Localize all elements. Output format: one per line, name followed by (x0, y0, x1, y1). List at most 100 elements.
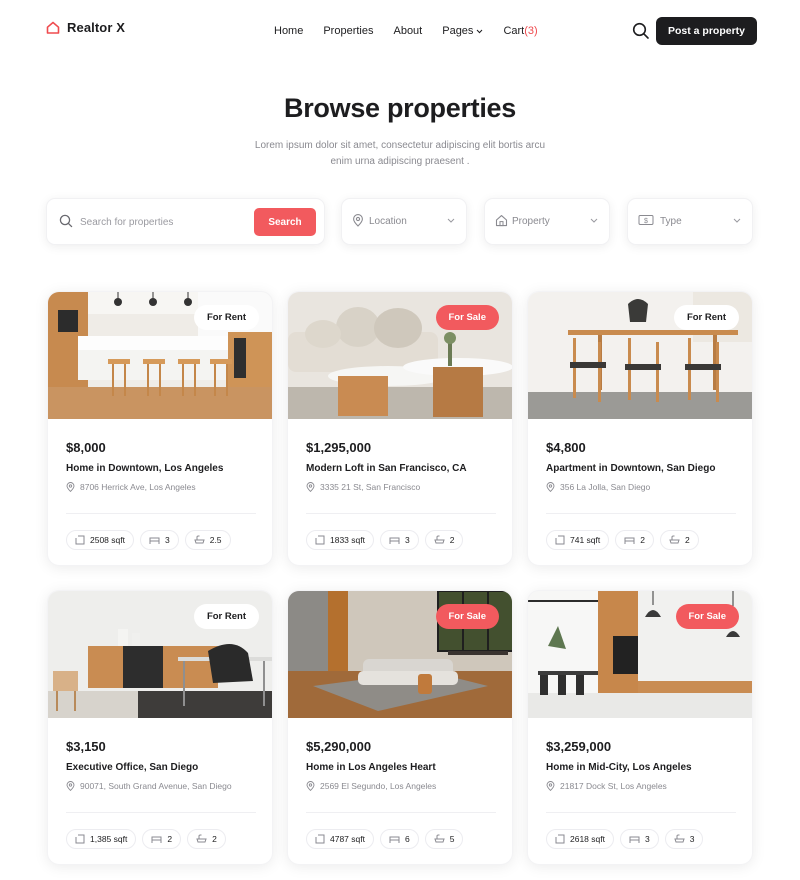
baths-chip: 2 (659, 530, 699, 550)
bed-icon (151, 836, 162, 843)
property-card[interactable]: For Sale $5,290,000 Home in Los Angeles … (287, 590, 513, 865)
brand-logo[interactable]: Realtor X (46, 20, 125, 35)
map-pin-icon (546, 781, 555, 791)
beds-chip: 2 (142, 829, 182, 849)
search-icon[interactable] (632, 22, 650, 40)
area-value: 1,385 sqft (90, 834, 128, 844)
chevron-down-icon (447, 218, 455, 223)
map-pin-icon (353, 214, 363, 227)
house-logo-icon (46, 21, 60, 34)
dollar-bill-icon: $ (638, 215, 654, 225)
property-card[interactable]: For Rent $8,000 Home in Downtown, Los An… (47, 291, 273, 566)
property-price: $3,259,000 (546, 739, 612, 754)
nav-pages-label: Pages (442, 25, 474, 37)
property-card[interactable]: For Sale $1,295,000 Modern Loft in San F… (287, 291, 513, 566)
site-header: Realtor X Home Properties About Pages Ca… (0, 0, 800, 62)
baths-value: 2.5 (209, 535, 222, 545)
area-chip: 2618 sqft (546, 829, 614, 849)
baths-value: 2 (449, 535, 455, 545)
beds-value: 3 (644, 834, 650, 844)
area-chip: 1833 sqft (306, 530, 374, 550)
search-input[interactable] (80, 213, 250, 231)
beds-value: 2 (167, 834, 173, 844)
beds-value: 2 (640, 535, 645, 545)
area-chip: 4787 sqft (306, 829, 374, 849)
bed-icon (149, 537, 160, 544)
area-value: 2618 sqft (570, 834, 605, 844)
property-address-text: 2569 El Segundo, Los Angeles (320, 781, 437, 791)
bed-icon (389, 537, 400, 544)
property-card[interactable]: For Rent $3,150 Executive Office, San Di… (47, 590, 273, 865)
baths-value: 5 (449, 834, 455, 844)
card-divider (546, 812, 736, 813)
nav-properties[interactable]: Properties (323, 25, 373, 37)
property-features: 2508 sqft 3 2.5 (66, 530, 231, 550)
bed-icon (629, 836, 640, 843)
property-address: 21817 Dock St, Los Angeles (546, 781, 667, 791)
property-title[interactable]: Executive Office, San Diego (66, 762, 198, 773)
baths-chip: 5 (424, 829, 464, 849)
map-pin-icon (306, 781, 315, 791)
area-value: 2508 sqft (90, 535, 125, 545)
bath-icon (194, 535, 205, 544)
filter-property[interactable]: Property (484, 198, 610, 245)
beds-value: 3 (164, 535, 170, 545)
area-value: 4787 sqft (330, 834, 365, 844)
area-icon (555, 834, 565, 844)
filter-type[interactable]: $ Type (627, 198, 753, 245)
bed-icon (624, 537, 635, 544)
property-price: $8,000 (66, 440, 106, 455)
nav-home[interactable]: Home (274, 25, 303, 37)
property-address-text: 21817 Dock St, Los Angeles (560, 781, 667, 791)
property-features: 1,385 sqft 2 2 (66, 829, 226, 849)
area-chip: 741 sqft (546, 530, 610, 550)
beds-chip: 3 (379, 530, 419, 550)
property-title[interactable]: Home in Los Angeles Heart (306, 762, 436, 773)
baths-chip: 2.5 (184, 530, 231, 550)
area-icon (555, 535, 565, 545)
property-address: 8706 Herrick Ave, Los Angeles (66, 482, 196, 492)
property-title[interactable]: Home in Downtown, Los Angeles (66, 463, 223, 474)
property-title[interactable]: Apartment in Downtown, San Diego (546, 463, 715, 474)
area-chip: 1,385 sqft (66, 829, 137, 849)
area-value: 1833 sqft (330, 535, 365, 545)
property-features: 4787 sqft 6 5 (306, 829, 464, 849)
chevron-down-icon (477, 29, 483, 33)
filter-type-label: Type (660, 216, 682, 227)
search-button[interactable]: Search (254, 208, 316, 236)
property-card[interactable]: For Sale $3,259,000 Home in Mid-City, Lo… (527, 590, 753, 865)
property-price: $3,150 (66, 739, 106, 754)
property-features: 1833 sqft 3 2 (306, 530, 464, 550)
bath-icon (196, 834, 207, 843)
beds-chip: 3 (139, 530, 179, 550)
cart-count-badge: (3) (524, 25, 538, 37)
card-divider (306, 812, 496, 813)
baths-value: 3 (689, 834, 695, 844)
nav-about[interactable]: About (393, 25, 422, 37)
listing-status-badge: For Rent (673, 305, 739, 330)
bath-icon (669, 535, 680, 544)
property-title[interactable]: Home in Mid-City, Los Angeles (546, 762, 692, 773)
page-title: Browse properties (284, 93, 516, 123)
filter-property-label: Property (512, 216, 550, 227)
property-title[interactable]: Modern Loft in San Francisco, CA (306, 463, 467, 474)
property-card[interactable]: For Rent $4,800 Apartment in Downtown, S… (527, 291, 753, 566)
post-property-button[interactable]: Post a property (656, 17, 757, 45)
card-divider (306, 513, 496, 514)
chevron-down-icon (733, 218, 741, 223)
beds-value: 6 (404, 834, 410, 844)
beds-chip: 6 (379, 829, 419, 849)
search-icon (59, 214, 73, 228)
nav-pages[interactable]: Pages (442, 25, 483, 37)
bath-icon (674, 834, 685, 843)
filter-location[interactable]: Location (341, 198, 467, 245)
card-divider (66, 513, 256, 514)
property-price: $1,295,000 (306, 440, 372, 455)
listing-status-badge: For Sale (435, 604, 499, 629)
property-address: 356 La Jolla, San Diego (546, 482, 650, 492)
nav-cart[interactable]: Cart (3) (503, 25, 537, 37)
property-features: 741 sqft 2 2 (546, 530, 699, 550)
property-address-text: 356 La Jolla, San Diego (560, 482, 651, 492)
map-pin-icon (546, 482, 555, 492)
area-icon (75, 834, 85, 844)
